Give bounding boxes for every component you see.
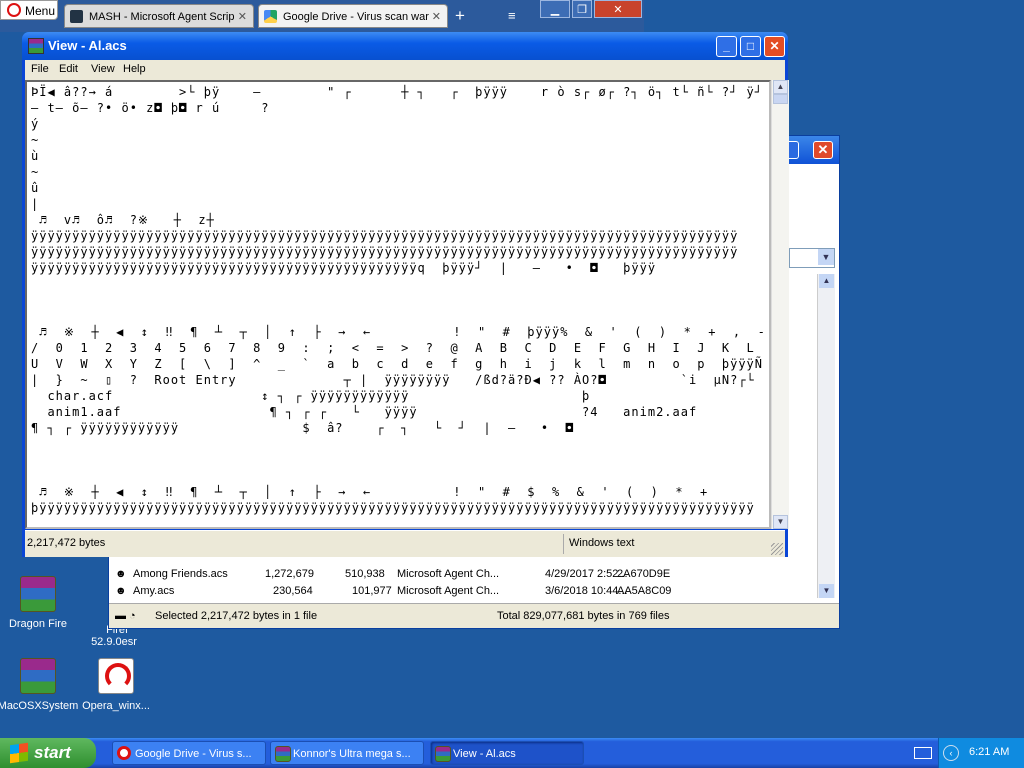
file-crc: 2A670D9E [617,568,671,580]
taskbar-item-google-drive[interactable]: Google Drive - Virus s... [112,741,266,765]
browser-window: Menu MASH - Microsoft Agent Scrip ✕ Goog… [0,0,644,32]
desktop-icon-label: Opera_winx... [82,700,150,712]
start-label: start [34,743,71,762]
opera-installer-icon [98,658,134,694]
view-titlebar[interactable]: View - Al.acs _ □ ✕ [22,32,788,60]
file-modified: 3/6/2018 10:44... [545,585,628,597]
desktop-icon-dragon-fire[interactable]: Dragon Fire [0,576,80,630]
task-label: Konnor's Ultra mega s... [293,748,411,760]
archive-statusbar: ▬ ◔ Selected 2,217,472 bytes in 1 file T… [109,603,839,628]
vertical-scrollbar[interactable]: ▲ ▼ [771,80,789,529]
status-selected: Selected 2,217,472 bytes in 1 file [155,610,318,622]
winrar-icon [275,746,291,762]
tab-google-drive[interactable]: Google Drive - Virus scan war ✕ [258,4,448,28]
taskbar-item-konnor[interactable]: Konnor's Ultra mega s... [270,741,424,765]
status-size: 2,217,472 bytes [27,537,106,549]
close-tab-icon[interactable]: ✕ [238,5,247,27]
tab-title: Google Drive - Virus scan war [283,11,429,23]
menu-edit[interactable]: Edit [59,63,78,75]
show-hidden-icons-icon[interactable]: ‹ [943,745,959,761]
close-button[interactable]: ✕ [594,0,642,18]
status-encoding: Windows text [569,537,635,549]
status-total: Total 829,077,681 bytes in 769 files [497,610,670,622]
file-name: Amy.acs [133,585,175,597]
mash-favicon [70,10,83,23]
tab-mash[interactable]: MASH - Microsoft Agent Scrip ✕ [64,4,254,28]
desktop-icon-macosxsystem[interactable]: MacOSXSystem [0,658,80,712]
menu-file[interactable]: File [31,63,49,75]
opera-menu-label: Menu [25,4,56,18]
tab-title: MASH - Microsoft Agent Scrip [89,11,235,23]
file-content-text: ÞÏ◀ â??→ á >└ þÿ – " ┌ ┼ ┐ ┌ þÿÿÿ r ò s┌… [31,85,766,515]
winrar-icon [435,746,451,762]
file-name: Among Friends.acs [133,568,228,580]
close-tab-icon[interactable]: ✕ [432,5,441,27]
file-size: 230,564 [273,585,313,597]
taskbar: start Google Drive - Virus s... Konnor's… [0,738,1024,768]
windows-flag-icon [10,742,28,764]
tab-menu-icon[interactable]: ≡ [508,8,516,23]
status-divider [563,534,564,554]
resize-grip-icon[interactable] [771,543,783,555]
restore-button[interactable]: ❐ [572,0,592,18]
clock[interactable]: 6:21 AM [969,746,1009,758]
file-size: 1,272,679 [265,568,314,580]
task-label: View - Al.acs [453,748,516,760]
menu-help[interactable]: Help [123,63,146,75]
window-title: View - Al.acs [48,38,127,53]
desktop-icon-label: MacOSXSystem [0,700,79,712]
new-tab-button[interactable]: + [455,6,465,26]
start-button[interactable]: start [0,738,96,768]
path-dropdown[interactable] [789,248,835,268]
file-packed: 510,938 [345,568,385,580]
agent-file-icon: ☻ [115,585,127,597]
menu-bar: File Edit View Help [25,60,785,80]
file-type: Microsoft Agent Ch... [397,585,500,597]
winrar-icon [20,576,56,612]
scroll-up-icon[interactable]: ▲ [819,274,834,288]
view-window: View - Al.acs _ □ ✕ File Edit View Help … [22,32,789,557]
desktop-icon-label: Dragon Fire [8,618,68,630]
file-list-scrollbar[interactable]: ▲ ▼ [817,274,835,598]
close-button[interactable]: ✕ [813,141,833,159]
file-content-viewer[interactable]: ÞÏ◀ â??→ á >└ þÿ – " ┌ ┼ ┐ ┌ þÿÿÿ r ò s┌… [25,80,771,529]
file-modified: 4/29/2017 2:52... [545,568,628,580]
drive-icon: ▬ ◔ [115,610,136,622]
file-type: Microsoft Agent Ch... [397,568,500,580]
minimize-button[interactable]: ▁ [540,0,570,18]
agent-file-icon: ☻ [115,568,127,580]
task-label: Google Drive - Virus s... [135,748,252,760]
taskbar-item-view[interactable]: View - Al.acs [430,741,584,765]
file-crc: AA5A8C09 [617,585,672,597]
minimize-button[interactable]: _ [716,36,737,57]
winrar-icon [20,658,56,694]
opera-icon [117,746,131,760]
opera-menu-button[interactable]: Menu [0,0,58,20]
system-tray: ‹ 6:21 AM [938,738,1024,768]
maximize-button[interactable]: □ [740,36,761,57]
close-button[interactable]: ✕ [764,36,785,57]
desktop-icon-opera-installer[interactable]: Opera_winx... [74,658,158,712]
file-packed: 101,977 [352,585,392,597]
view-statusbar: 2,217,472 bytes Windows text [25,530,785,557]
menu-view[interactable]: View [91,63,115,75]
scroll-down-icon[interactable]: ▼ [819,584,834,598]
keyboard-icon[interactable] [914,747,932,759]
scroll-down-icon[interactable]: ▼ [773,515,788,529]
scroll-up-icon[interactable]: ▲ [773,80,788,94]
winrar-icon [28,38,44,54]
scroll-thumb[interactable] [773,94,788,104]
google-drive-favicon [264,10,277,23]
